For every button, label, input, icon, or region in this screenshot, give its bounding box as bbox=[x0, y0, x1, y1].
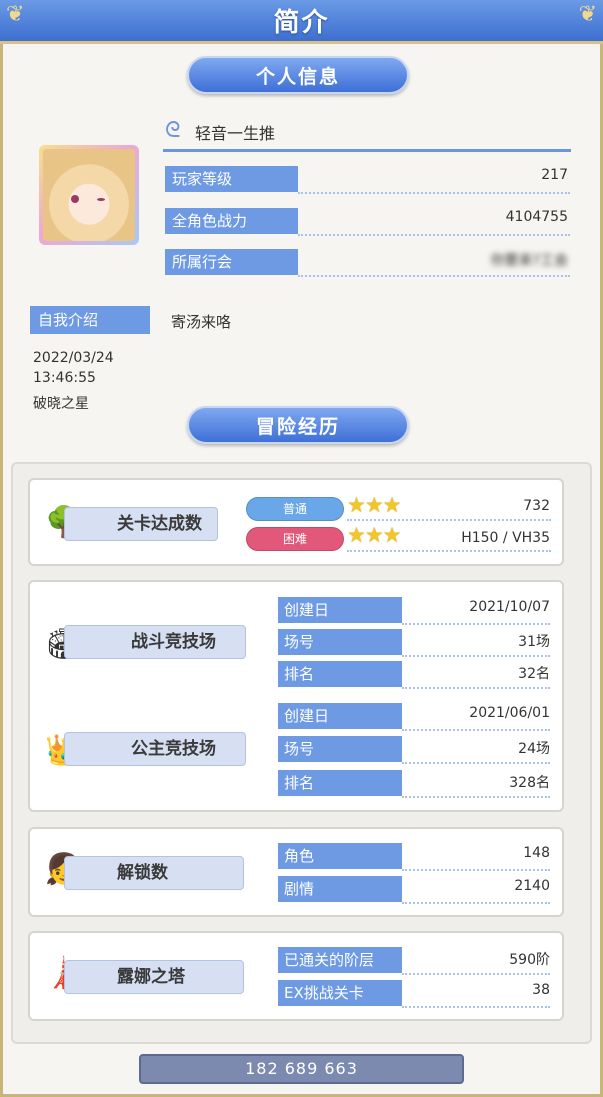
profile-date: 2022/03/24 bbox=[33, 350, 114, 366]
battle-arena-created-row: 创建日 2021/10/07 bbox=[278, 597, 550, 625]
username-row: ᘓ 轻音一生推 bbox=[163, 116, 571, 152]
total-power-label: 全角色战力 bbox=[165, 208, 298, 234]
unlocked-stories-row: 剧情 2140 bbox=[278, 876, 550, 904]
battle-arena-matches-value: 31场 bbox=[518, 634, 550, 650]
princess-arena-rank-row: 排名 328名 bbox=[278, 770, 550, 798]
battle-arena-created-label: 创建日 bbox=[278, 597, 402, 623]
unlocked-stories-label: 剧情 bbox=[278, 876, 402, 902]
ex-challenge-value: 38 bbox=[532, 982, 550, 998]
battle-arena-rank-row: 排名 32名 bbox=[278, 661, 550, 689]
princess-arena-rank-value: 328名 bbox=[509, 775, 550, 791]
player-level-label: 玩家等级 bbox=[165, 166, 298, 192]
quests-card: 🌳 关卡达成数 bbox=[28, 478, 564, 566]
princess-arena-matches-label: 场号 bbox=[278, 736, 402, 762]
ex-challenge-label: EX挑战关卡 bbox=[278, 980, 402, 1006]
corner-ornament-left-icon: ❦ bbox=[6, 2, 25, 27]
total-power-row: 全角色战力 4104755 bbox=[165, 208, 570, 236]
hard-dots bbox=[347, 550, 551, 552]
player-level-row: 玩家等级 217 bbox=[165, 166, 570, 194]
luna-tower-category: 露娜之塔 bbox=[64, 960, 244, 994]
hard-quests-value: H150 / VH35 bbox=[461, 530, 550, 546]
player-id-bar[interactable]: 182 689 663 bbox=[139, 1054, 464, 1084]
guild-value: 你要来?工会 bbox=[490, 253, 568, 269]
princess-arena-created-row: 创建日 2021/06/01 bbox=[278, 703, 550, 731]
title-badge: 破晓之星 bbox=[33, 396, 89, 412]
avatar-character-icon bbox=[43, 149, 135, 241]
battle-arena-matches-label: 场号 bbox=[278, 629, 402, 655]
battle-arena-category: 战斗竞技场 bbox=[64, 625, 246, 659]
player-level-value: 217 bbox=[541, 167, 568, 183]
guild-label: 所属行会 bbox=[165, 249, 298, 275]
normal-difficulty-badge: 普通 bbox=[246, 497, 344, 521]
avatar[interactable] bbox=[39, 145, 139, 245]
unlocked-characters-value: 148 bbox=[523, 845, 550, 861]
total-power-value: 4104755 bbox=[505, 209, 568, 225]
unlocked-characters-label: 角色 bbox=[278, 843, 402, 869]
cleared-floors-value: 590阶 bbox=[509, 952, 550, 968]
unlocked-stories-value: 2140 bbox=[514, 878, 550, 894]
title-bar: ❦ 简介 ❦ bbox=[0, 0, 603, 44]
princess-arena-created-label: 创建日 bbox=[278, 703, 402, 729]
section-header-adventure: 冒险经历 bbox=[187, 406, 409, 444]
battle-arena-rank-value: 32名 bbox=[518, 666, 550, 682]
self-intro-label: 自我介绍 bbox=[30, 306, 150, 334]
quests-category: 关卡达成数 bbox=[64, 507, 218, 541]
princess-arena-created-value: 2021/06/01 bbox=[469, 705, 550, 721]
princess-arena-rank-label: 排名 bbox=[278, 770, 402, 796]
normal-stars-icon: ★★★ bbox=[347, 493, 401, 517]
battle-arena-rank-label: 排名 bbox=[278, 661, 402, 687]
princess-arena-matches-value: 24场 bbox=[518, 741, 550, 757]
corner-ornament-right-icon: ❦ bbox=[578, 2, 597, 27]
hard-stars-icon: ★★★ bbox=[347, 523, 401, 547]
section-header-personal-info: 个人信息 bbox=[187, 56, 409, 94]
guild-row: 所属行会 你要来?工会 bbox=[165, 249, 570, 277]
normal-quests-value: 732 bbox=[523, 498, 550, 514]
cleared-floors-label: 已通关的阶层 bbox=[278, 947, 402, 973]
page-title: 简介 bbox=[273, 8, 330, 38]
profile-time: 13:46:55 bbox=[33, 370, 96, 386]
cleared-floors-row: 已通关的阶层 590阶 bbox=[278, 947, 550, 975]
self-intro-value: 寄汤来咯 bbox=[171, 313, 232, 331]
normal-dots bbox=[347, 519, 551, 521]
princess-arena-matches-row: 场号 24场 bbox=[278, 736, 550, 764]
unlocks-category: 解锁数 bbox=[64, 856, 244, 890]
unlocked-characters-row: 角色 148 bbox=[278, 843, 550, 871]
ex-challenge-row: EX挑战关卡 38 bbox=[278, 980, 550, 1008]
username: 轻音一生推 bbox=[195, 124, 276, 143]
battle-arena-created-value: 2021/10/07 bbox=[469, 599, 550, 615]
battle-arena-matches-row: 场号 31场 bbox=[278, 629, 550, 657]
swirl-ornament-icon: ᘓ bbox=[165, 118, 181, 143]
princess-arena-category: 公主竞技场 bbox=[64, 732, 246, 766]
hard-difficulty-badge: 困难 bbox=[246, 527, 344, 551]
